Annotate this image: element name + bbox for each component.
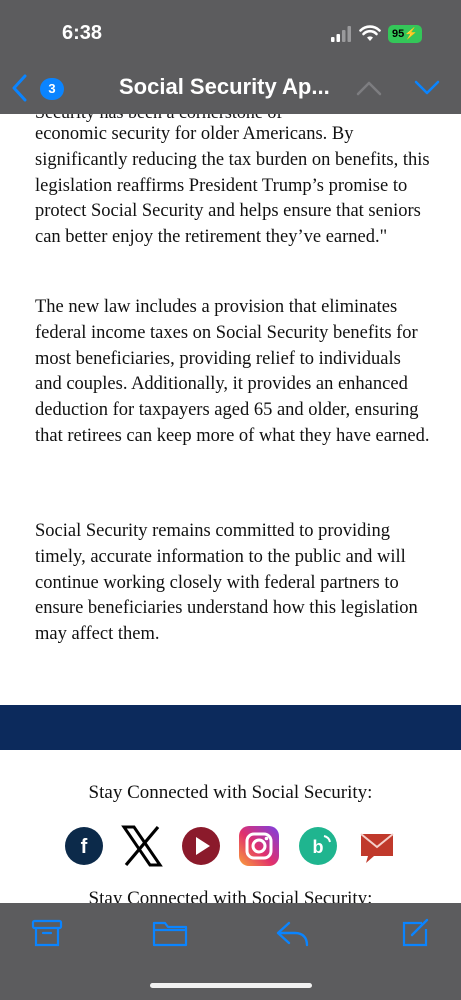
folder-icon[interactable] — [152, 917, 188, 949]
unread-count-badge[interactable]: 3 — [40, 78, 64, 100]
reply-icon[interactable] — [275, 917, 311, 949]
status-time: 6:38 — [62, 22, 103, 44]
next-message-chevron-down-icon[interactable] — [414, 80, 440, 96]
blog-icon[interactable]: b — [298, 824, 338, 868]
back-chevron-icon[interactable] — [10, 74, 30, 102]
message-title: Social Security Ap... — [119, 74, 330, 99]
wifi-icon — [359, 25, 381, 41]
email-body: Security has been a cornerstone of econo… — [0, 100, 461, 906]
article-paragraph-1: economic security for older Americans. B… — [35, 124, 430, 248]
article-paragraph-2: The new law includes a provision that el… — [35, 297, 430, 446]
divider-band — [0, 705, 461, 750]
svg-text:b: b — [313, 837, 324, 857]
archive-icon[interactable] — [31, 917, 63, 949]
x-icon[interactable] — [120, 824, 164, 868]
stay-connected-heading: Stay Connected with Social Security: — [88, 782, 373, 803]
email-icon[interactable] — [358, 824, 396, 868]
battery-indicator: 95⚡ — [388, 25, 422, 43]
previous-message-chevron-up-icon[interactable] — [356, 80, 382, 96]
home-indicator[interactable] — [150, 983, 312, 988]
facebook-icon[interactable]: f — [64, 824, 104, 868]
svg-text:f: f — [81, 836, 88, 858]
article-paragraph-3: Social Security remains committed to pro… — [35, 521, 418, 645]
top-bar: 6:38 95⚡ 3 Social Security Ap... — [0, 0, 461, 114]
youtube-icon[interactable] — [181, 824, 221, 868]
compose-icon[interactable] — [398, 917, 430, 949]
battery-level: 95 — [392, 28, 405, 40]
instagram-icon[interactable] — [238, 824, 280, 868]
cellular-signal-icon — [331, 26, 351, 42]
